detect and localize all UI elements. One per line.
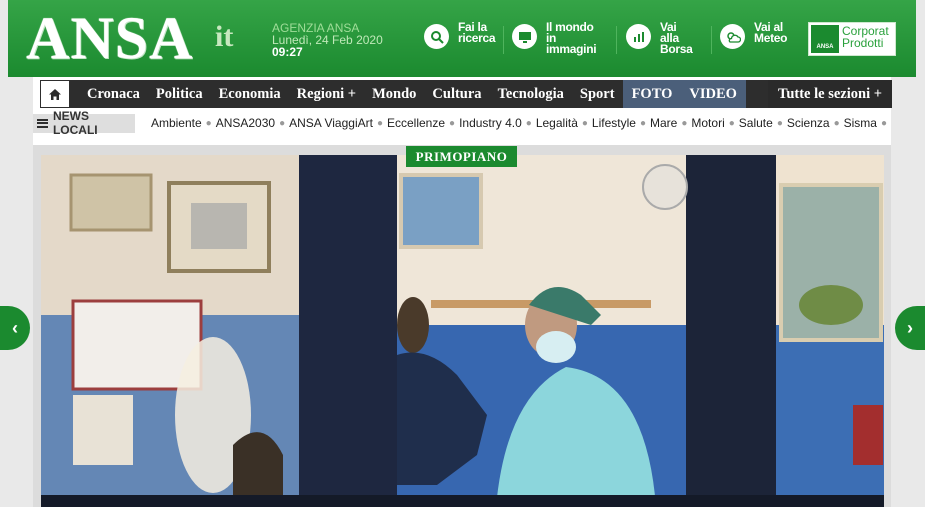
gallery-link[interactable]: Il mondo in immagini	[512, 21, 597, 56]
topic-link[interactable]: Ambiente	[151, 116, 202, 130]
agency-info: AGENZIA ANSA Lunedì, 24 Feb 2020 09:27	[272, 22, 383, 58]
nav-item-mondo[interactable]: Mondo	[364, 80, 424, 108]
topic-link[interactable]: ANSA ViaggiArt	[289, 116, 373, 130]
topic-separator: ●	[581, 117, 588, 129]
topic-link[interactable]: Scienza	[787, 116, 830, 130]
topic-link[interactable]: Eccellenze	[387, 116, 445, 130]
corporate-products-link[interactable]: ANSA Corporat Prodotti	[808, 22, 896, 56]
stock-link[interactable]: Vai alla Borsa	[626, 21, 693, 56]
topic-link[interactable]: Mare	[650, 116, 677, 130]
nav-item-sport[interactable]: Sport	[572, 80, 623, 108]
weather-icon	[720, 24, 745, 49]
search-icon	[424, 24, 449, 49]
search-link-label-2: ricerca	[458, 31, 496, 45]
topic-link[interactable]: ANSA2030	[216, 116, 275, 130]
topic-separator: ●	[376, 117, 383, 129]
topic-link[interactable]: Industry 4.0	[459, 116, 522, 130]
ansa-logo[interactable]: ANSA	[26, 4, 193, 73]
bar-chart-icon	[626, 24, 651, 49]
topic-separator: ●	[833, 117, 840, 129]
main-nav: Cronaca Politica Economia Regioni + Mond…	[40, 80, 892, 108]
topic-separator: ●	[639, 117, 646, 129]
corporate-label-2: Prodotti	[842, 36, 884, 50]
nav-item-cultura[interactable]: Cultura	[424, 80, 489, 108]
topic-link[interactable]: Motori	[691, 116, 724, 130]
topic-link[interactable]: Salute	[739, 116, 773, 130]
nav-item-cronaca[interactable]: Cronaca	[79, 80, 148, 108]
prev-slide-button[interactable]: ‹	[0, 306, 30, 350]
header-divider	[503, 26, 504, 54]
topic-separator: ●	[776, 117, 783, 129]
corporate-mini-label: ANSA	[816, 44, 834, 50]
news-locali-button[interactable]: NEWS LOCALI	[33, 109, 135, 137]
topic-link[interactable]: Sisma	[844, 116, 877, 130]
home-button[interactable]	[40, 80, 70, 108]
topic-separator: ●	[880, 117, 887, 129]
topic-separator: ●	[681, 117, 688, 129]
topic-link[interactable]: Lifestyle	[592, 116, 636, 130]
site-header: ANSA it AGENZIA ANSA Lunedì, 24 Feb 2020…	[8, 0, 916, 77]
news-locali-label: NEWS LOCALI	[52, 109, 98, 137]
topic-separator: ●	[728, 117, 735, 129]
nav-all-sections[interactable]: Tutte le sezioni +	[768, 80, 892, 108]
stock-link-label-3: Borsa	[660, 42, 693, 56]
weather-link-label-2: Meteo	[754, 31, 788, 45]
menu-icon	[37, 118, 48, 128]
monitor-icon	[512, 24, 537, 49]
search-link[interactable]: Fai la ricerca	[424, 21, 496, 49]
nav-item-video[interactable]: VIDEO	[680, 80, 746, 108]
gallery-link-label-3: immagini	[546, 42, 597, 56]
topic-separator: ●	[279, 117, 286, 129]
current-time: 09:27	[272, 45, 303, 59]
home-icon	[49, 88, 61, 100]
logo-suffix[interactable]: it	[215, 20, 233, 54]
weather-link[interactable]: Vai al Meteo	[720, 21, 788, 49]
topic-separator: ●	[205, 117, 212, 129]
primopiano-badge: PRIMOPIANO	[406, 146, 517, 167]
topics-bar: NEWS LOCALI Ambiente ● ANSA2030 ● ANSA Via…	[33, 109, 891, 137]
nav-item-foto[interactable]: FOTO	[622, 80, 682, 108]
next-slide-button[interactable]: ›	[895, 306, 925, 350]
nav-item-tecnologia[interactable]: Tecnologia	[490, 80, 572, 108]
nav-item-regioni[interactable]: Regioni +	[289, 80, 364, 108]
header-divider	[711, 26, 712, 54]
ansa-mini-logo-icon: ANSA	[811, 25, 839, 53]
nav-item-economia[interactable]: Economia	[211, 80, 289, 108]
topic-separator: ●	[449, 117, 456, 129]
hero-photo[interactable]	[41, 155, 884, 507]
topics-list: Ambiente ● ANSA2030 ● ANSA ViaggiArt ● Ecce…	[151, 116, 891, 130]
topic-separator: ●	[525, 117, 532, 129]
header-divider	[616, 26, 617, 54]
chevron-left-icon: ‹	[12, 317, 18, 338]
chevron-right-icon: ›	[907, 317, 913, 338]
topic-link[interactable]: Legalità	[536, 116, 578, 130]
nav-item-politica[interactable]: Politica	[148, 80, 211, 108]
